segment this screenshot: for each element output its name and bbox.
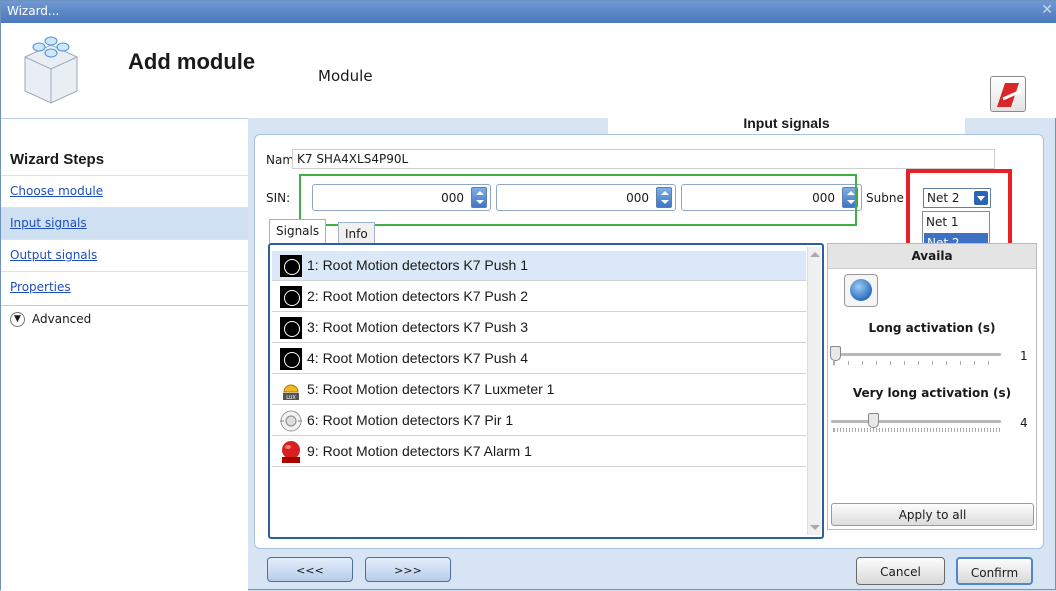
slider-ticks: [833, 361, 1001, 365]
step-input-signals[interactable]: Input signals: [1, 207, 248, 239]
signal-label: 1: Root Motion detectors K7 Push 1: [307, 257, 529, 273]
title-bar: Wizard... ✕: [1, 1, 1056, 23]
very-long-activation-label: Very long activation (s): [852, 386, 1012, 400]
tab-info[interactable]: Info: [338, 222, 375, 243]
signal-label: 4: Root Motion detectors K7 Push 4: [307, 350, 529, 366]
module-block-icon: [24, 36, 78, 104]
signal-row[interactable]: LUX 5: Root Motion detectors K7 Luxmeter…: [272, 375, 806, 405]
push-button-icon: [280, 348, 302, 370]
sin-highlight-box: [299, 174, 857, 226]
push-button-icon: [280, 255, 302, 277]
long-activation-slider[interactable]: [831, 353, 1001, 356]
advanced-toggle[interactable]: ▼ Advanced: [1, 305, 248, 335]
window-title: Wizard...: [7, 4, 60, 18]
signals-list: 1: Root Motion detectors K7 Push 1 2: Ro…: [268, 243, 824, 539]
push-button-icon: [280, 317, 302, 339]
signal-label: 5: Root Motion detectors K7 Luxmeter 1: [307, 381, 555, 397]
signal-row[interactable]: 9: Root Motion detectors K7 Alarm 1: [272, 437, 806, 467]
subnet-label: Subne: [866, 191, 904, 205]
svg-text:LUX: LUX: [286, 395, 296, 401]
sin-label: SIN:: [266, 191, 291, 205]
slider-ticks: [833, 428, 1001, 432]
signal-label: 3: Root Motion detectors K7 Push 3: [307, 319, 529, 335]
blue-button-icon[interactable]: [844, 274, 878, 307]
signal-label: 2: Root Motion detectors K7 Push 2: [307, 288, 529, 304]
confirm-button[interactable]: Confirm: [956, 557, 1033, 585]
push-button-icon: [280, 286, 302, 308]
signal-row[interactable]: 2: Root Motion detectors K7 Push 2: [272, 282, 806, 312]
advanced-label: Advanced: [32, 312, 92, 326]
header: Add module Module: [1, 23, 1056, 118]
wizard-window: Wizard... ✕ Add module Module Wizard Ste…: [0, 0, 1056, 591]
slider-thumb[interactable]: [830, 346, 841, 361]
signal-properties-panel: Availa Long activation (s) 1 Very long a…: [827, 243, 1037, 530]
long-activation-label: Long activation (s): [868, 321, 996, 335]
alarm-icon: [282, 441, 300, 463]
scroll-up-icon[interactable]: [810, 252, 820, 257]
close-icon[interactable]: ✕: [1041, 2, 1053, 18]
signals-scrollbar[interactable]: [807, 247, 821, 535]
signal-label: 9: Root Motion detectors K7 Alarm 1: [307, 443, 532, 459]
signal-row[interactable]: 4: Root Motion detectors K7 Push 4: [272, 344, 806, 374]
wizard-steps-title: Wizard Steps: [10, 151, 105, 168]
very-long-activation-slider[interactable]: [831, 420, 1001, 423]
step-output-signals[interactable]: Output signals: [1, 239, 248, 271]
cancel-button[interactable]: Cancel: [856, 557, 945, 585]
scroll-down-icon[interactable]: [810, 525, 820, 530]
page-subtitle: Module: [318, 67, 373, 85]
slider-thumb[interactable]: [868, 413, 879, 428]
signal-row[interactable]: 1: Root Motion detectors K7 Push 1: [272, 251, 806, 281]
properties-header: Availa: [828, 244, 1036, 269]
signal-label: 6: Root Motion detectors K7 Pir 1: [307, 412, 514, 428]
step-properties[interactable]: Properties: [1, 271, 248, 303]
very-long-activation-value: 4: [1020, 416, 1028, 430]
wizard-steps-panel: Wizard Steps Choose module Input signals…: [1, 118, 248, 591]
brand-logo-icon: [997, 83, 1022, 107]
luxmeter-icon: LUX: [283, 384, 299, 401]
signal-row[interactable]: 3: Root Motion detectors K7 Push 3: [272, 313, 806, 343]
page-title: Add module: [128, 49, 256, 74]
chevron-down-icon: ▼: [10, 312, 25, 327]
apply-to-all-button[interactable]: Apply to all: [831, 503, 1034, 526]
back-button[interactable]: <<<: [267, 557, 353, 582]
brand-logo-button[interactable]: [990, 76, 1026, 112]
long-activation-value: 1: [1020, 349, 1028, 363]
pir-icon: [280, 410, 302, 432]
section-title: Input signals: [608, 112, 965, 136]
forward-button[interactable]: >>>: [365, 557, 451, 582]
name-input[interactable]: K7 SHA4XLS4P90L: [292, 149, 995, 169]
signal-row[interactable]: 6: Root Motion detectors K7 Pir 1: [272, 406, 806, 436]
tab-signals[interactable]: Signals: [269, 219, 327, 243]
step-choose-module[interactable]: Choose module: [1, 175, 248, 207]
